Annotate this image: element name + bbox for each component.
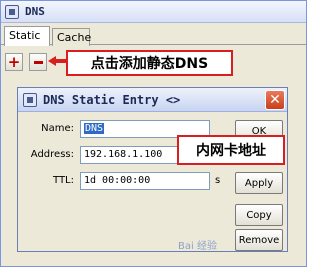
address-callout: 内网卡地址 (177, 135, 285, 165)
dialog-title: DNS Static Entry <> (43, 93, 181, 107)
address-label: Address: (30, 149, 74, 160)
close-icon[interactable]: ✕ (265, 90, 285, 110)
apply-button[interactable]: Apply (235, 172, 283, 194)
dns-window-titlebar: DNS (1, 1, 306, 23)
app-icon (23, 93, 37, 107)
tab-cache[interactable]: Cache (52, 28, 91, 46)
remove-button[interactable] (29, 53, 47, 71)
copy-button[interactable]: Copy (235, 204, 283, 226)
minus-icon (33, 60, 43, 64)
plus-icon: + (7, 52, 21, 71)
name-label: Name: (41, 123, 74, 134)
add-button[interactable]: + (5, 53, 23, 71)
ttl-label: TTL: (53, 175, 74, 186)
dns-static-entry-dialog: DNS Static Entry <> ✕ Name: DNS Address:… (17, 87, 288, 252)
app-icon (5, 5, 19, 19)
watermark: Bai 经验 (178, 241, 217, 252)
ttl-unit: s (215, 175, 221, 186)
add-dns-callout: 点击添加静态DNS (66, 50, 233, 76)
remove-entry-button[interactable]: Remove (235, 229, 283, 251)
name-value: DNS (84, 123, 105, 134)
dialog-titlebar: DNS Static Entry <> ✕ (18, 88, 287, 112)
ttl-field[interactable]: 1d 00:00:00 (80, 172, 210, 190)
tab-bar: Static Cache (1, 25, 306, 46)
dns-window-title: DNS (25, 5, 45, 18)
tab-static[interactable]: Static (4, 26, 50, 46)
